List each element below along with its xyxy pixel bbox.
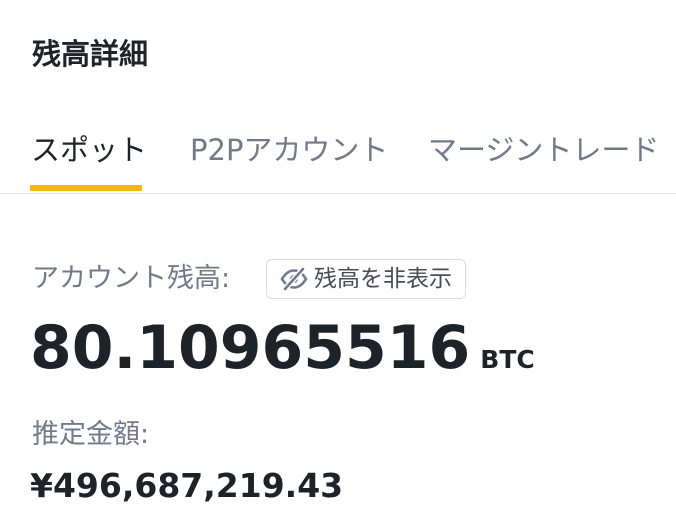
- tab-spot[interactable]: スポット: [31, 132, 147, 168]
- hide-balance-button[interactable]: 残高を非表示: [266, 259, 466, 299]
- tab-margin-trade[interactable]: マージントレード: [428, 132, 659, 168]
- balance-amount-row: 80.10965516 BTC: [30, 312, 535, 384]
- estimated-value: ¥496,687,219.43: [30, 466, 344, 505]
- eye-slash-icon: [279, 264, 309, 294]
- balance-amount: 80.10965516: [30, 313, 471, 383]
- balance-unit: BTC: [480, 345, 535, 374]
- account-balance-label: アカウント残高:: [32, 263, 231, 294]
- tab-p2p-account[interactable]: P2Pアカウント: [190, 132, 388, 168]
- page-title: 残高詳細: [32, 37, 149, 71]
- balance-detail-page: 残高詳細 スポット P2Pアカウント マージントレード アカウント残高: 残高を…: [0, 0, 676, 526]
- estimated-value-label: 推定金額:: [32, 419, 150, 450]
- hide-balance-label: 残高を非表示: [314, 266, 452, 292]
- account-tabs: スポット P2Pアカウント マージントレード: [0, 118, 676, 194]
- active-tab-indicator: [30, 185, 142, 191]
